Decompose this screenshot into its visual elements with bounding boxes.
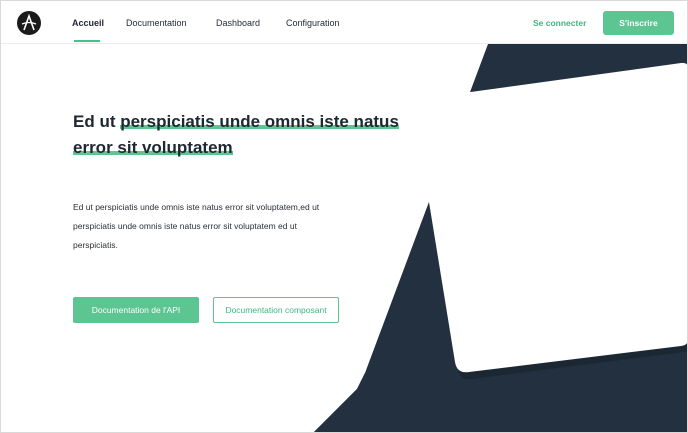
top-navbar: Accueil Documentation Dashboard Configur… [1, 1, 687, 44]
component-documentation-button[interactable]: Documentation composant [213, 297, 339, 323]
logo-icon[interactable] [17, 11, 41, 35]
nav-item-configuration[interactable]: Configuration [286, 18, 340, 28]
nav-item-accueil[interactable]: Accueil [72, 18, 104, 28]
page: Accueil Documentation Dashboard Configur… [0, 0, 688, 433]
active-nav-underline [74, 40, 100, 42]
nav-item-dashboard[interactable]: Dashboard [216, 18, 260, 28]
hero-card [414, 62, 687, 373]
hero-title-plain: Ed ut [73, 112, 121, 131]
hero-description: Ed ut perspiciatis unde omnis iste natus… [73, 202, 320, 250]
api-documentation-button[interactable]: Documentation de l'API [73, 297, 199, 323]
nav-item-documentation[interactable]: Documentation [126, 18, 187, 28]
login-link[interactable]: Se connecter [533, 18, 586, 28]
signup-button[interactable]: S'inscrire [603, 11, 674, 35]
hero-title: Ed ut perspiciatis unde omnis iste natus… [73, 109, 403, 161]
logo-mark-icon [21, 13, 37, 31]
hero-title-highlight: perspiciatis unde omnis iste natus error… [73, 112, 399, 157]
